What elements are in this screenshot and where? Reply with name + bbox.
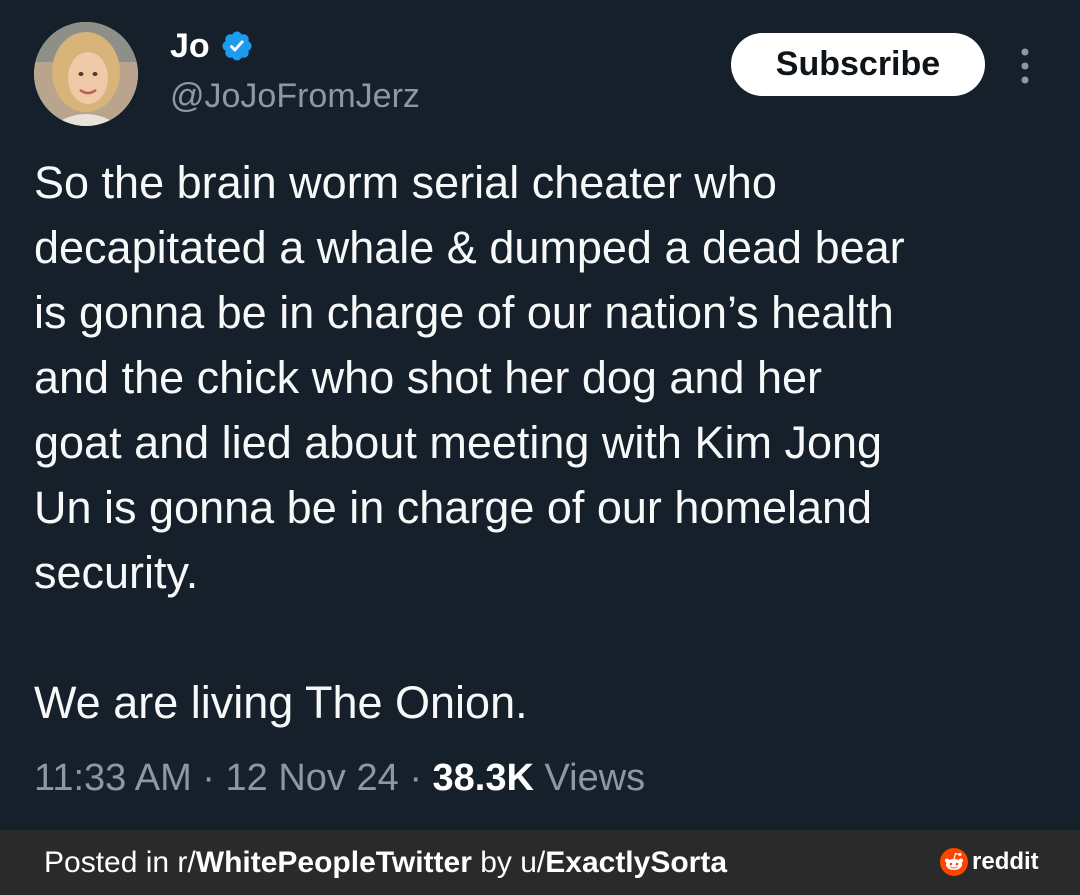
reddit-snoo-icon (940, 848, 968, 876)
meta-separator: · (409, 757, 422, 799)
subscribe-button[interactable]: Subscribe (731, 33, 985, 96)
tweet-meta: 11:33 AM · 12 Nov 24 · 38.3K Views (34, 752, 645, 804)
views-label: Views (544, 757, 646, 799)
views-count: 38.3K (432, 757, 534, 799)
author-handle[interactable]: @JoJoFromJerz (170, 76, 420, 116)
tweet-text: So the brain worm serial cheater who dec… (34, 157, 905, 728)
meta-separator: · (202, 757, 215, 799)
footer-credit: Posted in r/WhitePeopleTwitter by u/Exac… (44, 844, 727, 882)
more-vertical-icon[interactable] (1010, 44, 1040, 88)
reddit-logo: reddit (940, 847, 1039, 877)
posted-in-label: Posted in r/ (44, 846, 196, 879)
by-label: by u/ (471, 846, 546, 879)
avatar-image (34, 22, 138, 126)
author-name-row: Jo (170, 26, 254, 66)
tweet-date[interactable]: 12 Nov 24 (226, 757, 399, 799)
reddit-footer-bar: Posted in r/WhitePeopleTwitter by u/Exac… (0, 830, 1080, 895)
reddit-wordmark: reddit (972, 848, 1039, 875)
author-display-name[interactable]: Jo (170, 26, 210, 66)
tweet-time[interactable]: 11:33 AM (34, 757, 192, 799)
verified-badge-icon (222, 31, 252, 61)
avatar[interactable] (34, 22, 138, 126)
username-link[interactable]: ExactlySorta (545, 846, 727, 879)
tweet-card: Jo @JoJoFromJerz Subscribe So the brain … (0, 0, 1080, 830)
subreddit-link[interactable]: WhitePeopleTwitter (196, 846, 472, 879)
